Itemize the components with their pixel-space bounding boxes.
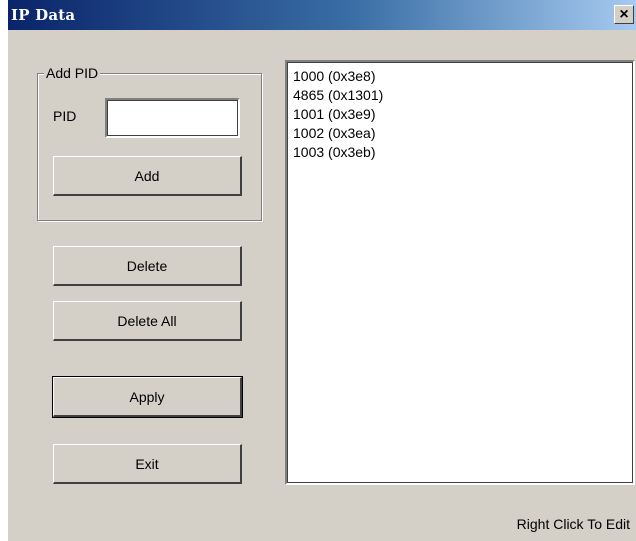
close-icon: × — [619, 5, 629, 23]
apply-button[interactable]: Apply — [52, 376, 243, 418]
list-item[interactable]: 1003 (0x3eb) — [293, 143, 627, 162]
delete-all-button[interactable]: Delete All — [53, 301, 242, 341]
add-button[interactable]: Add — [53, 156, 242, 196]
window-title: IP Data — [11, 6, 76, 24]
list-item[interactable]: 1000 (0x3e8) — [293, 67, 627, 86]
close-button[interactable]: × — [614, 5, 634, 24]
list-item[interactable]: 1002 (0x3ea) — [293, 124, 627, 143]
ip-data-dialog: IP Data × Add PID PID Add Delete Delete … — [8, 0, 636, 541]
pid-listbox[interactable]: 1000 (0x3e8) 4865 (0x1301) 1001 (0x3e9) … — [285, 60, 635, 485]
add-pid-group — [37, 73, 262, 221]
pid-label: PID — [53, 108, 77, 124]
list-item[interactable]: 4865 (0x1301) — [293, 86, 627, 105]
exit-button[interactable]: Exit — [53, 444, 242, 484]
title-bar[interactable]: IP Data × — [8, 0, 636, 30]
add-pid-group-label: Add PID — [44, 65, 101, 81]
pid-input[interactable] — [105, 98, 240, 138]
edit-hint: Right Click To Edit — [516, 516, 630, 532]
list-item[interactable]: 1001 (0x3e9) — [293, 105, 627, 124]
delete-button[interactable]: Delete — [53, 246, 242, 286]
